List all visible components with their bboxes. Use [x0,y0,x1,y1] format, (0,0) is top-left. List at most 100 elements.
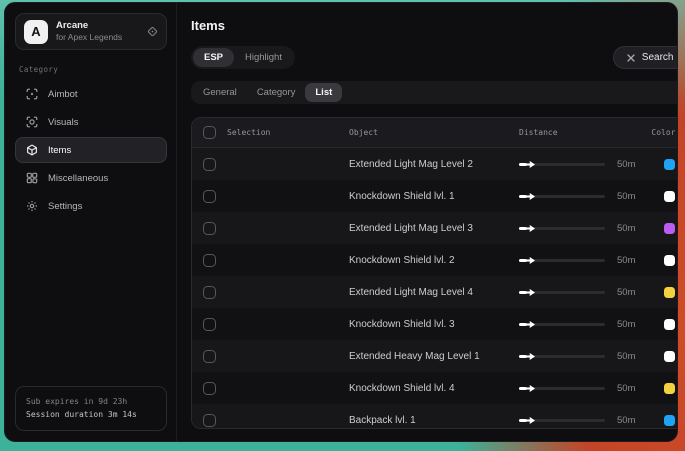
items-table: Selection Object Distance Color Extended… [191,117,678,429]
table-row: Knockdown Shield lvl. 3 50m [192,308,678,340]
row-checkbox[interactable] [203,254,216,267]
table-row: Extended Light Mag Level 3 50m [192,212,678,244]
row-checkbox[interactable] [203,350,216,363]
distance-value: 50m [617,383,635,394]
sidebar-item-label: Aimbot [48,89,78,100]
category-section-label: Category [19,65,163,74]
row-checkbox[interactable] [203,190,216,203]
app-title: Arcane [56,20,139,32]
row-checkbox[interactable] [203,158,216,171]
table-row: Backpack lvl. 1 50m [192,404,678,429]
tab-general[interactable]: General [193,83,247,102]
table-row: Knockdown Shield lvl. 2 50m [192,244,678,276]
column-header-distance: Distance [519,128,635,137]
table-row: Extended Heavy Mag Level 1 50m [192,340,678,372]
row-checkbox[interactable] [203,318,216,331]
sidebar: A Arcane for Apex Legends Category [5,3,177,441]
distance-value: 50m [617,255,635,266]
distance-value: 50m [617,159,635,170]
color-swatch[interactable] [664,255,675,266]
app-subtitle: for Apex Legends [56,32,139,43]
column-header-selection: Selection [227,128,270,137]
row-checkbox[interactable] [203,382,216,395]
table-row: Knockdown Shield lvl. 4 50m [192,372,678,404]
color-swatch[interactable] [664,159,675,170]
object-name: Extended Light Mag Level 2 [349,159,519,170]
sidebar-item-label: Items [48,145,71,156]
view-tabs: General Category List [191,81,678,104]
table-body: Extended Light Mag Level 2 50m Knockdown… [192,148,678,429]
mode-tabs: ESP Highlight [191,46,295,69]
tab-highlight[interactable]: Highlight [234,48,293,67]
logo-card: A Arcane for Apex Legends [15,13,167,50]
object-name: Knockdown Shield lvl. 4 [349,383,519,394]
distance-slider[interactable] [519,287,605,297]
row-checkbox[interactable] [203,414,216,427]
crosshair-icon [26,88,38,100]
select-all-checkbox[interactable] [203,126,216,139]
row-checkbox[interactable] [203,286,216,299]
app-window: A Arcane for Apex Legends Category [4,2,678,442]
table-row: Extended Light Mag Level 4 50m [192,276,678,308]
distance-slider[interactable] [519,255,605,265]
distance-slider[interactable] [519,319,605,329]
sidebar-item-label: Visuals [48,117,78,128]
page-title: Items [191,18,678,33]
object-name: Extended Light Mag Level 3 [349,223,519,234]
object-name: Knockdown Shield lvl. 2 [349,255,519,266]
distance-slider[interactable] [519,415,605,425]
grid-icon [26,172,38,184]
table-row: Knockdown Shield lvl. 1 50m [192,180,678,212]
color-swatch[interactable] [664,287,675,298]
main-panel: Items ESP Highlight Search General Categ… [177,3,678,441]
sidebar-item-label: Miscellaneous [48,173,108,184]
pin-icon[interactable] [147,26,158,37]
color-swatch[interactable] [664,415,675,426]
object-name: Knockdown Shield lvl. 3 [349,319,519,330]
color-swatch[interactable] [664,223,675,234]
row-checkbox[interactable] [203,222,216,235]
color-swatch[interactable] [664,383,675,394]
sub-expires-text: Sub expires in 9d 23h [26,395,156,409]
distance-slider[interactable] [519,159,605,169]
color-swatch[interactable] [664,319,675,330]
distance-value: 50m [617,351,635,362]
distance-slider[interactable] [519,383,605,393]
sidebar-item-miscellaneous[interactable]: Miscellaneous [15,165,167,191]
search-label: Search [642,52,674,63]
distance-value: 50m [617,415,635,426]
color-swatch[interactable] [664,351,675,362]
gear-icon [26,200,38,212]
distance-slider[interactable] [519,351,605,361]
tab-category[interactable]: Category [247,83,306,102]
tab-list[interactable]: List [305,83,342,102]
distance-value: 50m [617,287,635,298]
table-header: Selection Object Distance Color [192,118,678,148]
distance-value: 50m [617,319,635,330]
sidebar-item-visuals[interactable]: Visuals [15,109,167,135]
session-duration-text: Session duration 3m 14s [26,408,156,422]
sidebar-item-items[interactable]: Items [15,137,167,163]
distance-value: 50m [617,223,635,234]
cube-icon [26,144,38,156]
column-header-object: Object [349,128,519,137]
table-row: Extended Light Mag Level 2 50m [192,148,678,180]
color-swatch[interactable] [664,191,675,202]
distance-value: 50m [617,191,635,202]
distance-slider[interactable] [519,191,605,201]
object-name: Extended Heavy Mag Level 1 [349,351,519,362]
sidebar-item-label: Settings [48,201,82,212]
session-info-card: Sub expires in 9d 23h Session duration 3… [15,386,167,431]
object-name: Knockdown Shield lvl. 1 [349,191,519,202]
search-icon [627,54,635,62]
object-name: Extended Light Mag Level 4 [349,287,519,298]
distance-slider[interactable] [519,223,605,233]
column-header-color: Color [635,128,675,137]
tab-esp[interactable]: ESP [193,48,234,67]
arcane-logo: A [24,20,48,44]
object-name: Backpack lvl. 1 [349,415,519,426]
sidebar-item-aimbot[interactable]: Aimbot [15,81,167,107]
sidebar-item-settings[interactable]: Settings [15,193,167,219]
eye-scan-icon [26,116,38,128]
search-button[interactable]: Search [613,46,678,69]
